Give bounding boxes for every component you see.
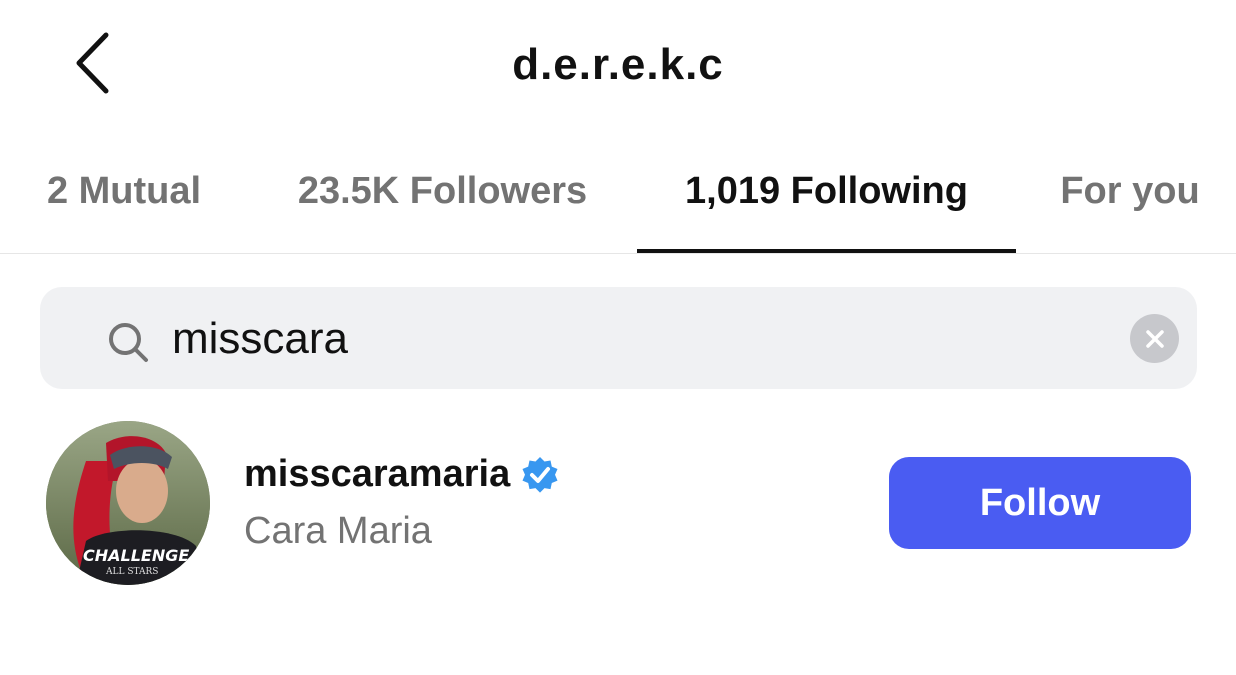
tab-following[interactable]: 1,019 Following: [637, 150, 1016, 253]
tabs-divider: [0, 253, 1236, 254]
tab-label: 1,019 Following: [685, 170, 968, 212]
avatar-shirt-subtext: ALL STARS: [105, 567, 158, 577]
following-list-screen: d.e.r.e.k.c 2 Mutual 23.5K Followers 1,0…: [0, 0, 1236, 675]
profile-photo: CHALLENGE ALL STARS: [46, 421, 210, 585]
clear-icon: [1145, 329, 1164, 348]
tab-label: For you: [1060, 170, 1200, 212]
tab-label: 2 Mutual: [46, 170, 202, 212]
verified-badge-icon: [522, 456, 558, 493]
full-name: Cara Maria: [244, 510, 432, 552]
avatar[interactable]: CHALLENGE ALL STARS: [46, 421, 210, 585]
clear-search-button[interactable]: [1130, 314, 1179, 363]
tab-bar: 2 Mutual 23.5K Followers 1,019 Following…: [0, 150, 1236, 253]
follow-button[interactable]: Follow: [889, 457, 1191, 549]
tab-followers[interactable]: 23.5K Followers: [270, 150, 615, 253]
page-title: d.e.r.e.k.c: [512, 40, 724, 89]
username-line: misscaramaria: [244, 453, 560, 496]
search-icon: [109, 323, 148, 362]
username[interactable]: misscaramaria: [244, 453, 510, 496]
avatar-shirt-text: CHALLENGE: [83, 546, 189, 565]
tab-for-you[interactable]: For you: [1040, 150, 1220, 253]
search-input[interactable]: [172, 309, 1072, 369]
search-bar: [40, 287, 1197, 389]
tab-mutual[interactable]: 2 Mutual: [26, 150, 222, 253]
list-item[interactable]: CHALLENGE ALL STARS misscaramaria Cara M…: [0, 415, 1236, 595]
tab-label: 23.5K Followers: [297, 170, 588, 212]
